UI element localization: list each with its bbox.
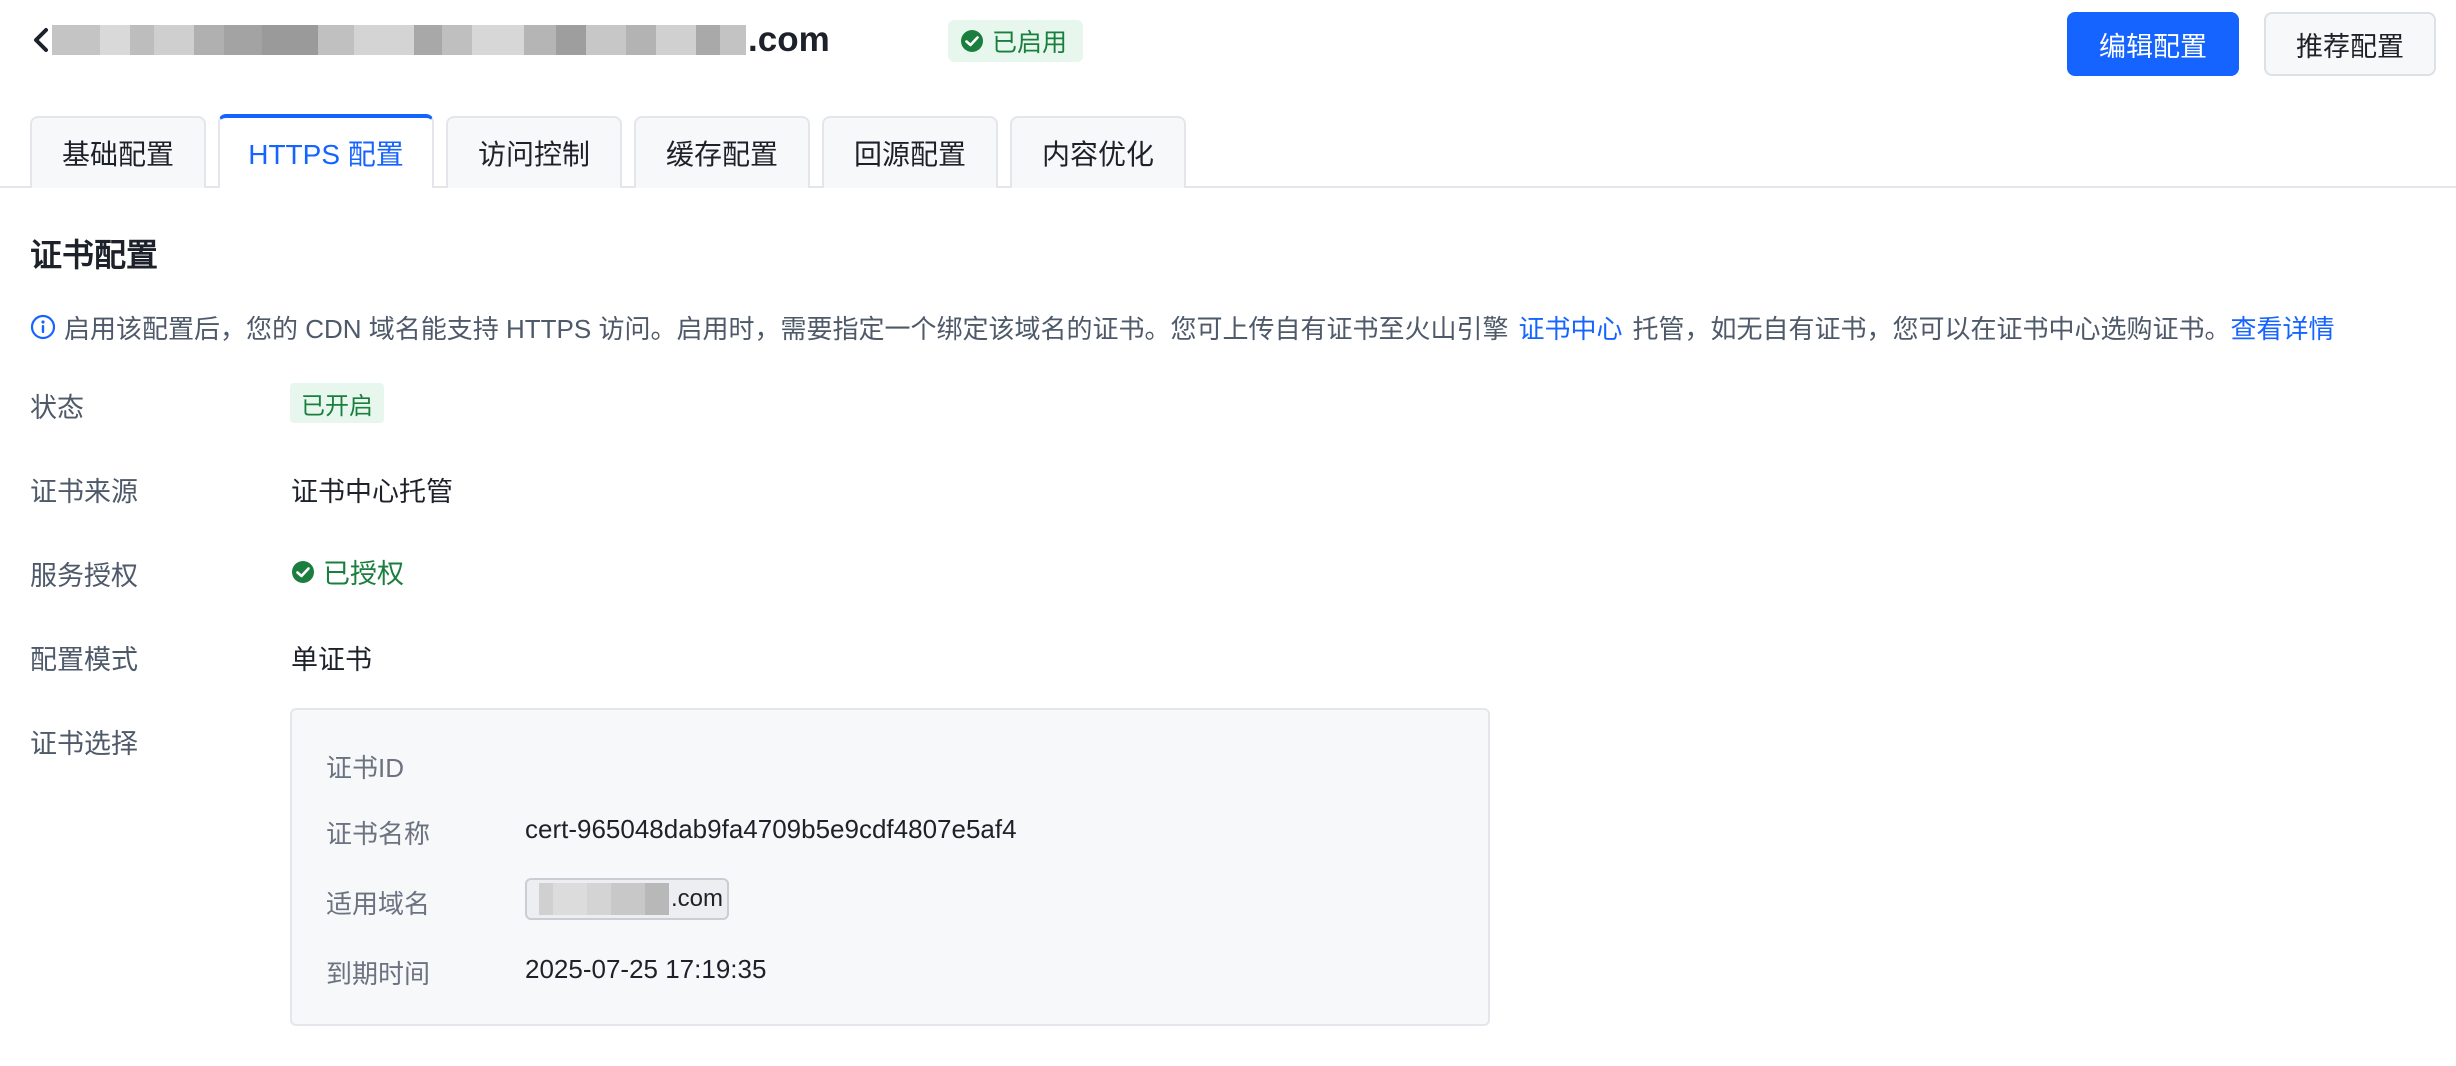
recommend-config-button[interactable]: 推荐配置 [2264, 12, 2436, 76]
domain-title: .com [52, 14, 830, 66]
cert-name-label: 证书名称 [326, 819, 431, 849]
applicable-domain-label: 适用域名 [326, 889, 431, 919]
service-auth-label: 服务授权 [30, 561, 138, 591]
tab-cache-config[interactable]: 缓存配置 [634, 116, 810, 188]
cert-id-label: 证书ID [326, 753, 405, 783]
applicable-domain-tag: .com [525, 878, 729, 920]
info-notice: 启用该配置后，您的 CDN 域名能支持 HTTPS 访问。启用时，需要指定一个绑… [30, 310, 2335, 344]
config-tabs: 基础配置 HTTPS 配置 访问控制 缓存配置 回源配置 内容优化 [0, 114, 2456, 188]
expiry-time-value: 2025-07-25 17:19:35 [525, 954, 767, 984]
info-text-part-2: 托管，如无自有证书，您可以在证书中心选购证书。 [1632, 313, 2231, 344]
config-mode-value: 单证书 [291, 645, 372, 675]
tab-content-optimization[interactable]: 内容优化 [1010, 116, 1186, 188]
tab-origin-config[interactable]: 回源配置 [822, 116, 998, 188]
info-text-part-1: 启用该配置后，您的 CDN 域名能支持 HTTPS 访问。启用时，需要指定一个绑… [64, 313, 1509, 344]
status-label: 状态 [30, 393, 84, 423]
cert-name-value: cert-965048dab9fa4709b5e9cdf4807e5af4 [525, 814, 1017, 844]
redacted-domain-mosaic [539, 883, 669, 915]
edit-config-button[interactable]: 编辑配置 [2067, 12, 2239, 76]
domain-status-badge: 已启用 [948, 20, 1084, 62]
config-mode-label: 配置模式 [30, 645, 138, 675]
view-details-link[interactable]: 查看详情 [2230, 309, 2334, 346]
cert-select-label: 证书选择 [30, 729, 138, 759]
check-circle-icon [292, 560, 314, 583]
cert-source-value: 证书中心托管 [291, 477, 453, 507]
tab-basic-config[interactable]: 基础配置 [30, 116, 206, 188]
section-title: 证书配置 [30, 237, 159, 273]
domain-suffix: .com [748, 20, 830, 59]
status-tag: 已开启 [290, 383, 384, 423]
tab-https-config[interactable]: HTTPS 配置 [218, 114, 434, 188]
applicable-domain-suffix: .com [671, 885, 724, 912]
tab-access-control[interactable]: 访问控制 [446, 116, 622, 188]
check-circle-icon [961, 30, 983, 52]
info-icon [30, 314, 56, 340]
redacted-domain-mosaic [52, 25, 746, 55]
expiry-time-label: 到期时间 [326, 959, 431, 989]
cert-center-link[interactable]: 证书中心 [1518, 309, 1622, 346]
cert-details-panel: 证书ID 证书名称 cert-965048dab9fa4709b5e9cdf48… [290, 708, 1490, 1026]
service-auth-value: 已授权 [323, 559, 404, 589]
cert-source-label: 证书来源 [30, 477, 138, 507]
page-header: .com 已启用 编辑配置 推荐配置 [0, 0, 2456, 100]
domain-status-text: 已启用 [992, 29, 1068, 57]
service-auth-status: 已授权 [291, 552, 404, 591]
